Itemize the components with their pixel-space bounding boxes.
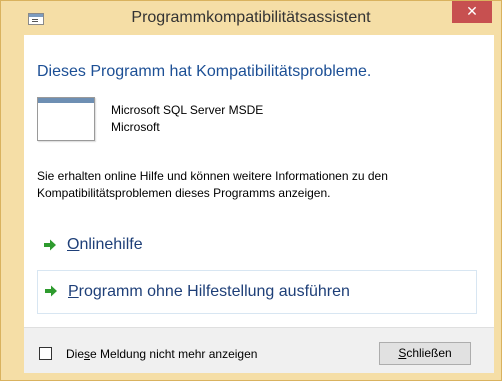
title-bar[interactable]: Programmkompatibilitätsassistent ✕ [1, 1, 501, 35]
close-icon: ✕ [466, 3, 478, 19]
online-help-accel: O [67, 236, 80, 253]
info-text: Sie erhalten online Hilfe und können wei… [37, 169, 388, 200]
run-without-help-accel: P [68, 283, 79, 300]
dont-show-again-label[interactable]: Diese Meldung nicht mehr anzeigen [66, 347, 257, 361]
run-without-help-option[interactable]: Programm ohne Hilfestellung ausführen [37, 270, 477, 314]
online-help-label: Onlinehilfe [67, 236, 143, 254]
run-without-help-label: Programm ohne Hilfestellung ausführen [68, 283, 350, 301]
window-close-button[interactable]: ✕ [452, 1, 492, 23]
online-help-text: nlinehilfe [79, 236, 143, 253]
compatibility-assistant-window: Programmkompatibilitätsassistent ✕ Diese… [0, 0, 502, 381]
green-arrow-icon [45, 285, 57, 297]
program-publisher: Microsoft [111, 120, 160, 134]
close-dialog-button[interactable]: Schließen [379, 342, 471, 365]
program-window-icon [37, 97, 95, 141]
close-button-text: chließen [406, 346, 452, 360]
dialog-heading: Dieses Programm hat Kompatibilitätsprobl… [37, 63, 372, 80]
application-window-icon [28, 13, 44, 25]
dialog-content: Dieses Programm hat Kompatibilitätsprobl… [24, 35, 494, 327]
online-help-option[interactable]: Onlinehilfe [37, 225, 477, 269]
run-without-help-text: rogramm ohne Hilfestellung ausführen [78, 283, 350, 300]
checkbox-label-pre: Die [66, 347, 85, 361]
green-arrow-icon [44, 239, 56, 251]
dialog-footer: Diese Meldung nicht mehr anzeigen Schlie… [24, 327, 494, 373]
window-title: Programmkompatibilitätsassistent [131, 9, 371, 26]
dont-show-again-checkbox[interactable] [39, 347, 52, 360]
checkbox-label-post: e Meldung nicht mehr anzeigen [90, 347, 258, 361]
program-name: Microsoft SQL Server MSDE [111, 103, 264, 117]
